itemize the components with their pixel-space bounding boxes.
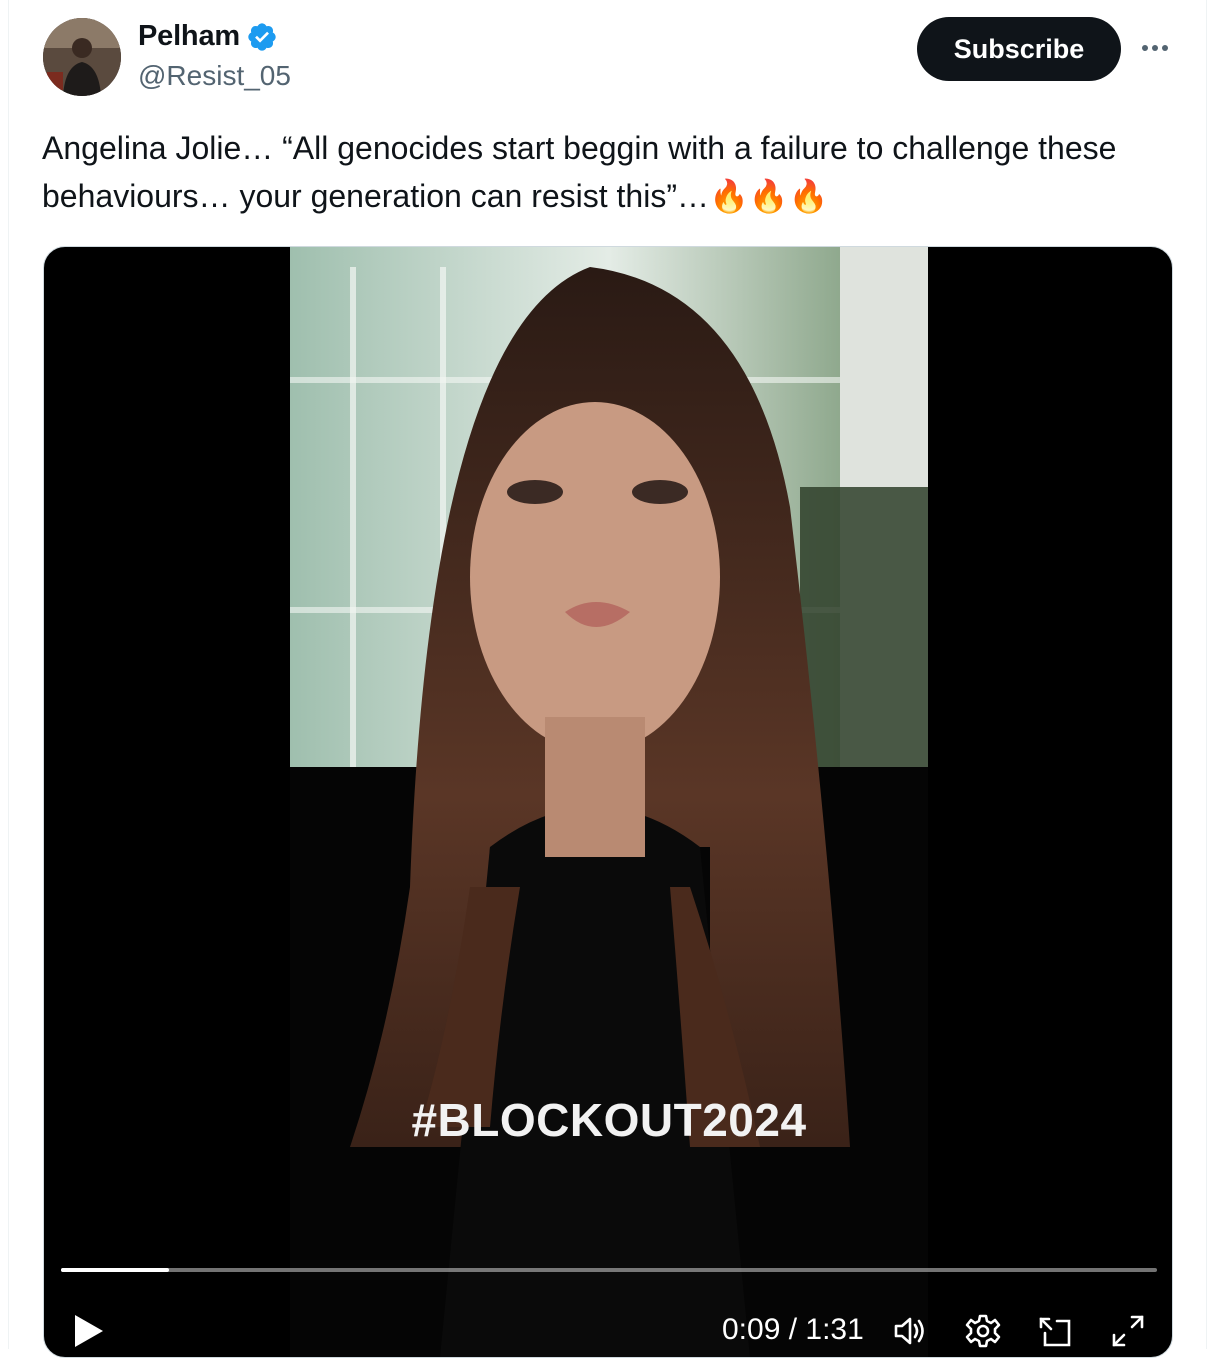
author-name-row: Pelham bbox=[138, 20, 278, 53]
author-avatar[interactable] bbox=[43, 18, 121, 96]
time-separator: / bbox=[780, 1313, 806, 1346]
settings-icon[interactable] bbox=[963, 1311, 1003, 1351]
more-dot bbox=[1142, 45, 1148, 51]
subscribe-button[interactable]: Subscribe bbox=[917, 17, 1121, 81]
video-time-readout: 0:09 / 1:31 bbox=[722, 1313, 864, 1347]
fire-emoji-icons: 🔥🔥🔥 bbox=[708, 178, 829, 214]
video-still-image bbox=[290, 247, 928, 1357]
tweet-body: Angelina Jolie… “All genocides start beg… bbox=[42, 130, 1117, 214]
more-dot bbox=[1162, 45, 1168, 51]
video-frame: #BLOCKOUT2024 bbox=[290, 247, 928, 1357]
verified-badge-icon bbox=[248, 22, 276, 51]
picture-in-picture-icon[interactable] bbox=[1035, 1311, 1075, 1351]
more-dot bbox=[1152, 45, 1158, 51]
video-progress-bar[interactable] bbox=[61, 1268, 1157, 1272]
video-player[interactable]: #BLOCKOUT2024 0:09 / 1:31 bbox=[43, 246, 1173, 1358]
author-handle[interactable]: @Resist_05 bbox=[138, 60, 291, 92]
time-current: 0:09 bbox=[722, 1313, 781, 1346]
author-display-name[interactable]: Pelham bbox=[138, 20, 240, 53]
volume-icon[interactable] bbox=[890, 1311, 930, 1351]
fullscreen-icon[interactable] bbox=[1108, 1311, 1148, 1351]
tweet-card: Pelham @Resist_05 Subscribe Angelina Jol… bbox=[8, 0, 1207, 1358]
avatar-image bbox=[43, 18, 121, 96]
more-options-icon[interactable] bbox=[1137, 34, 1173, 62]
tweet-text: Angelina Jolie… “All genocides start beg… bbox=[42, 124, 1162, 220]
play-icon[interactable] bbox=[72, 1313, 106, 1349]
video-overlay-text: #BLOCKOUT2024 bbox=[411, 1094, 807, 1146]
time-total: 1:31 bbox=[805, 1313, 864, 1346]
video-progress-fill bbox=[61, 1268, 170, 1272]
